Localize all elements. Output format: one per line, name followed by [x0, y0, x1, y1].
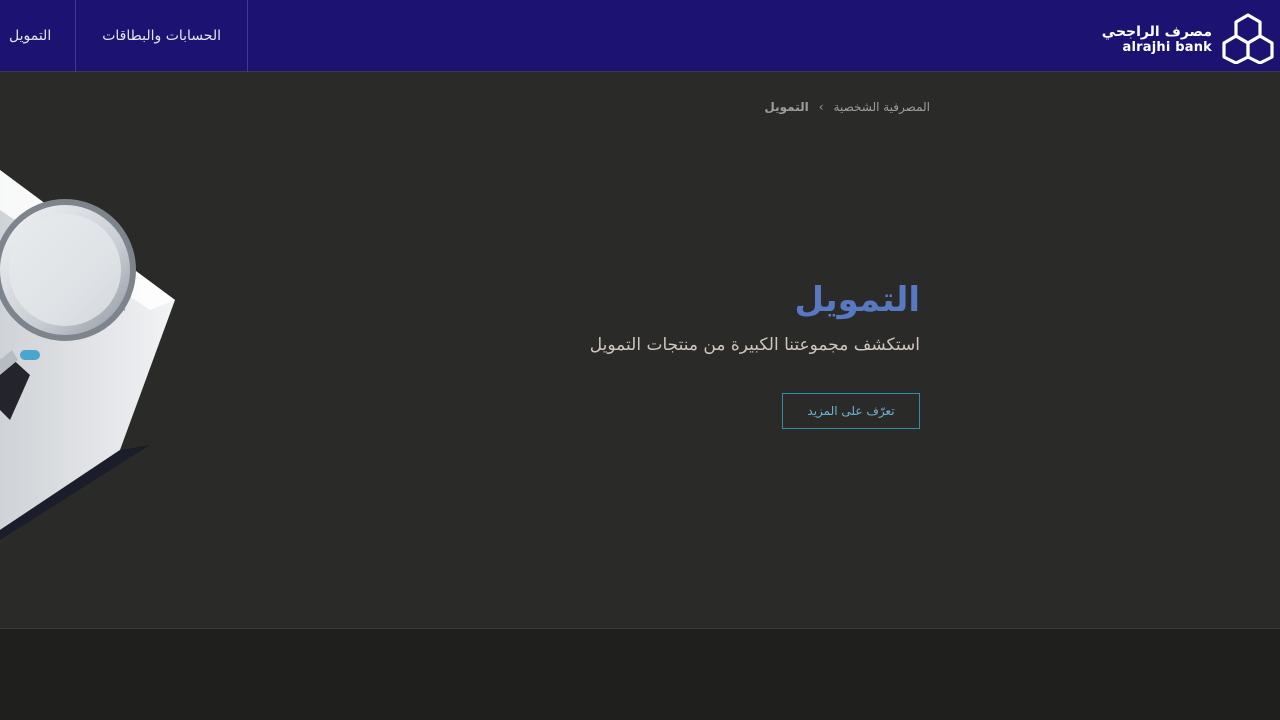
- learn-more-button[interactable]: تعرّف على المزيد: [782, 393, 920, 429]
- breadcrumb: المصرفية الشخصية › التمويل: [764, 100, 930, 114]
- alrajhi-hexagon-logo-icon: [1222, 13, 1274, 64]
- logo-latin-text: alrajhi bank: [1122, 40, 1212, 55]
- footer: [0, 628, 1280, 720]
- page-subtitle: استكشف مجموعتنا الكبيرة من منتجات التموي…: [589, 335, 920, 355]
- chevron-left-icon: ›: [818, 100, 824, 114]
- nav-item-finance[interactable]: التمويل: [0, 0, 75, 72]
- page-title: التمويل: [794, 280, 920, 320]
- nav-item-label: التمويل: [9, 28, 52, 44]
- nav-item-label: الحسابات والبطاقات: [102, 28, 221, 44]
- nav-item-accounts-cards[interactable]: الحسابات والبطاقات: [75, 0, 248, 72]
- logo-arabic-text: مصرف الراجحي: [1101, 24, 1212, 40]
- magnifying-glass-document-illustration: [0, 170, 175, 540]
- breadcrumb-parent-link[interactable]: المصرفية الشخصية: [834, 100, 930, 114]
- top-header: الحسابات والبطاقات التمويل مصرف الراجحي …: [0, 0, 1280, 72]
- alrajhi-logo[interactable]: مصرف الراجحي alrajhi bank: [1102, 12, 1276, 64]
- main-nav: الحسابات والبطاقات التمويل: [0, 0, 248, 72]
- breadcrumb-current: التمويل: [764, 100, 809, 114]
